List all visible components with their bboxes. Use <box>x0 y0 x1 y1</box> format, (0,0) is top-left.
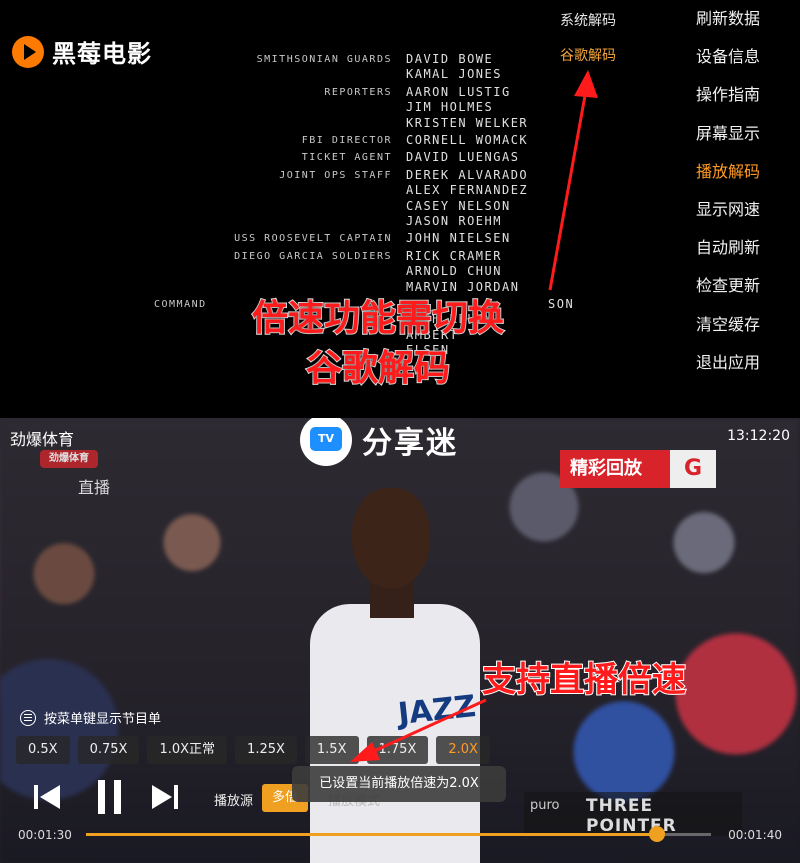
annotation-callout-top: 倍速功能需切换 谷歌解码 <box>208 294 548 394</box>
settings-panel: 黑莓电影 SMITHSONIAN GUARDS DAVID BOWE KAMAL J… <box>0 0 800 418</box>
annotation-arrow-bottom <box>350 698 487 762</box>
callout-line-1: 倍速功能需切换 <box>251 297 505 340</box>
callout-line-2: 谷歌解码 <box>305 347 451 390</box>
video-player[interactable]: JAZZ 劲爆体育 劲爆体育 直播 13:12:20 TV 分享迷 精彩回放 G… <box>0 418 800 863</box>
